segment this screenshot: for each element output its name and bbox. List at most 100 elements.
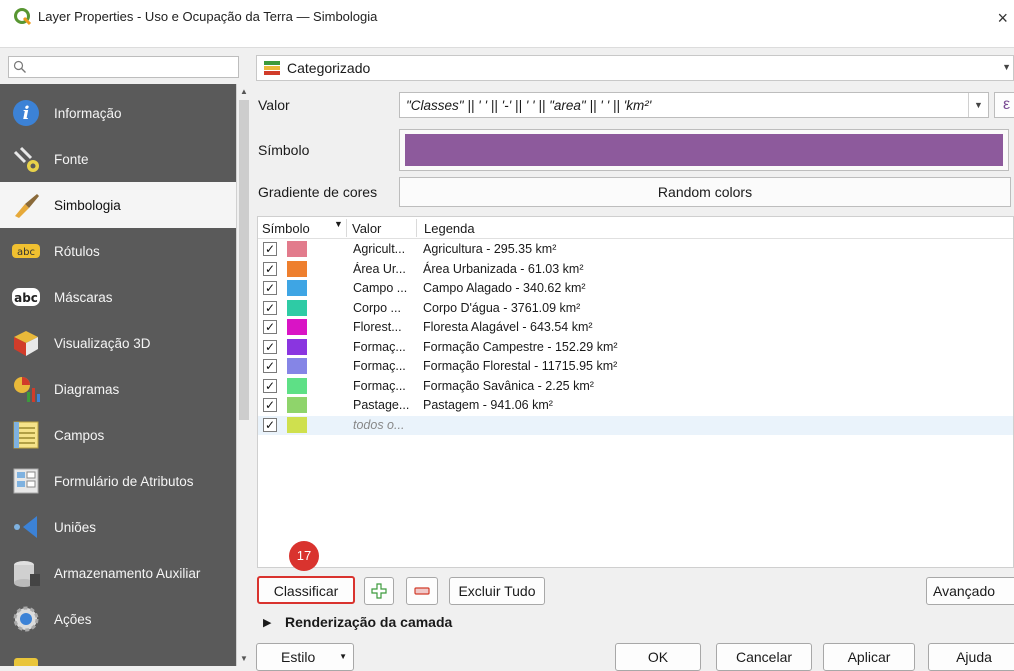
category-symbol-swatch[interactable] — [287, 416, 307, 433]
3d-view-icon — [10, 327, 42, 359]
close-icon[interactable]: × — [997, 8, 1008, 29]
table-row[interactable]: ✓ Florest... Floresta Alagável - 643.54 km… — [258, 318, 1013, 337]
scroll-down-icon[interactable]: ▼ — [240, 654, 248, 663]
category-symbol-swatch[interactable] — [287, 280, 307, 296]
table-row[interactable]: ✓ Pastage... Pastagem - 941.06 km² — [258, 396, 1013, 415]
category-checkbox[interactable]: ✓ — [263, 417, 277, 432]
color-ramp-button[interactable]: Random colors — [399, 177, 1011, 207]
category-symbol-swatch[interactable] — [287, 260, 307, 277]
valor-expression-field[interactable]: "Classes" || ' ' || '-' || ' ' || "area"… — [399, 92, 989, 118]
table-row[interactable]: ✓ Campo ... Campo Alagado - 340.62 km² — [258, 279, 1013, 298]
category-checkbox[interactable]: ✓ — [263, 398, 277, 412]
category-legend: Floresta Alagável - 643.54 km² — [423, 320, 593, 334]
add-category-button[interactable] — [364, 577, 394, 605]
delete-all-button[interactable]: Excluir Tudo — [449, 577, 545, 605]
sidebar-item-label: Máscaras — [54, 289, 113, 305]
category-legend: Pastagem - 941.06 km² — [423, 398, 553, 412]
valor-expression-text: "Classes" || ' ' || '-' || ' ' || "area"… — [406, 97, 652, 113]
header-value[interactable]: Valor — [352, 221, 381, 236]
sidebar-item-unioes[interactable]: Uniões — [0, 504, 236, 550]
table-row[interactable]: ✓ Área Ur... Área Urbanizada - 61.03 km² — [258, 260, 1013, 279]
sidebar-item-partial — [0, 642, 236, 666]
sidebar-item-label: Simbologia — [54, 197, 121, 213]
sidebar-scrollbar[interactable]: ▲ ▼ — [236, 84, 250, 666]
renderer-select[interactable]: Categorizado ▼ — [256, 55, 1014, 81]
table-row[interactable]: ✓ Corpo ... Corpo D'água - 3761.09 km² — [258, 299, 1013, 318]
cancel-button[interactable]: Cancelar — [716, 643, 812, 671]
sidebar-item-campos[interactable]: Campos — [0, 412, 236, 458]
sidebar-item-label: Uniões — [54, 519, 97, 535]
sidebar-item-acoes[interactable]: Ações — [0, 596, 236, 642]
symbology-icon — [10, 189, 42, 221]
category-checkbox[interactable]: ✓ — [263, 242, 277, 256]
header-symbol[interactable]: Símbolo — [262, 221, 310, 236]
sidebar-item-fonte[interactable]: Fonte — [0, 136, 236, 182]
category-checkbox[interactable]: ✓ — [263, 339, 277, 354]
categorized-renderer-icon — [264, 61, 280, 75]
category-checkbox[interactable]: ✓ — [263, 261, 277, 276]
classify-button[interactable]: Classificar — [257, 576, 355, 604]
sidebar-item-label: Rótulos — [54, 243, 100, 259]
chevron-down-icon[interactable]: ▼ — [968, 93, 988, 117]
category-legend: Formação Florestal - 11715.95 km² — [423, 359, 618, 373]
sidebar-item-visualizacao-3d[interactable]: Visualização 3D — [0, 320, 236, 366]
advanced-button[interactable]: Avançado — [926, 577, 1014, 605]
sidebar-item-armazenamento-auxiliar[interactable]: Armazenamento Auxiliar — [0, 550, 236, 596]
plus-icon — [371, 583, 387, 599]
table-row[interactable]: ✓ Agricult... Agricultura - 295.35 km² — [258, 240, 1013, 259]
search-input[interactable] — [8, 56, 239, 78]
category-symbol-swatch[interactable] — [287, 338, 307, 355]
sidebar-item-mascaras[interactable]: abc Máscaras — [0, 274, 236, 320]
masks-icon: abc — [10, 281, 42, 313]
svg-text:i: i — [23, 103, 30, 124]
category-table[interactable]: Símbolo ▼ Valor Legenda ✓ Agricult... Agri… — [257, 216, 1014, 568]
category-symbol-swatch[interactable] — [287, 299, 307, 316]
category-value: todos o... — [353, 417, 405, 432]
category-value: Formaç... — [353, 378, 406, 393]
sidebar-item-label: Fonte — [54, 151, 89, 167]
symbol-swatch — [405, 134, 1003, 166]
category-value: Pastage... — [353, 398, 410, 412]
remove-category-button[interactable] — [406, 577, 438, 605]
table-row[interactable]: ✓ Formaç... Formação Savânica - 2.25 km² — [258, 377, 1013, 396]
style-label: Estilo — [281, 649, 316, 665]
ok-button[interactable]: OK — [615, 643, 701, 671]
category-symbol-swatch[interactable] — [287, 319, 307, 335]
header-legend[interactable]: Legenda — [424, 221, 475, 236]
category-checkbox[interactable]: ✓ — [263, 300, 277, 315]
table-row[interactable]: ✓ Formaç... Formação Campestre - 152.29 km… — [258, 338, 1013, 357]
category-checkbox[interactable]: ✓ — [263, 320, 277, 334]
category-value: Área Ur... — [353, 261, 406, 276]
scrollbar-thumb[interactable] — [239, 100, 249, 420]
sidebar-item-label: Formulário de Atributos — [54, 473, 194, 489]
auxiliary-storage-icon — [10, 557, 42, 589]
category-legend: Formação Savânica - 2.25 km² — [423, 378, 594, 393]
category-symbol-swatch[interactable] — [287, 241, 307, 257]
category-legend: Corpo D'água - 3761.09 km² — [423, 300, 581, 315]
category-checkbox[interactable]: ✓ — [263, 378, 277, 393]
sidebar-item-label: Campos — [54, 427, 105, 443]
svg-text:abc: abc — [17, 247, 35, 258]
window-title: Layer Properties - Uso e Ocupação da Ter… — [38, 9, 378, 24]
table-row[interactable]: ✓ todos o... — [258, 415, 1013, 435]
help-button[interactable]: Ajuda — [928, 643, 1014, 671]
sidebar-item-rotulos[interactable]: abc Rótulos — [0, 228, 236, 274]
expression-builder-button[interactable]: ε — [994, 92, 1014, 118]
sidebar-item-informacao[interactable]: i Informação — [0, 90, 236, 136]
style-button[interactable]: Estilo ▼ — [256, 643, 354, 671]
apply-button[interactable]: Aplicar — [823, 643, 915, 671]
category-symbol-swatch[interactable] — [287, 397, 307, 413]
category-symbol-swatch[interactable] — [287, 377, 307, 394]
title-bar: Layer Properties - Uso e Ocupação da Ter… — [0, 0, 1014, 48]
sidebar-item-simbologia[interactable]: Simbologia — [0, 182, 236, 228]
category-checkbox[interactable]: ✓ — [263, 359, 277, 373]
sidebar-item-diagramas[interactable]: Diagramas — [0, 366, 236, 412]
scroll-up-icon[interactable]: ▲ — [240, 87, 248, 96]
rendering-section-label[interactable]: Renderização da camada — [285, 614, 452, 630]
expand-arrow-icon[interactable]: ▶ — [263, 616, 271, 629]
category-checkbox[interactable]: ✓ — [263, 281, 277, 295]
sidebar-item-formulario-atributos[interactable]: Formulário de Atributos — [0, 458, 236, 504]
symbol-button[interactable] — [399, 129, 1009, 171]
table-row[interactable]: ✓ Formaç... Formação Florestal - 11715.95 … — [258, 357, 1013, 376]
category-symbol-swatch[interactable] — [287, 358, 307, 374]
